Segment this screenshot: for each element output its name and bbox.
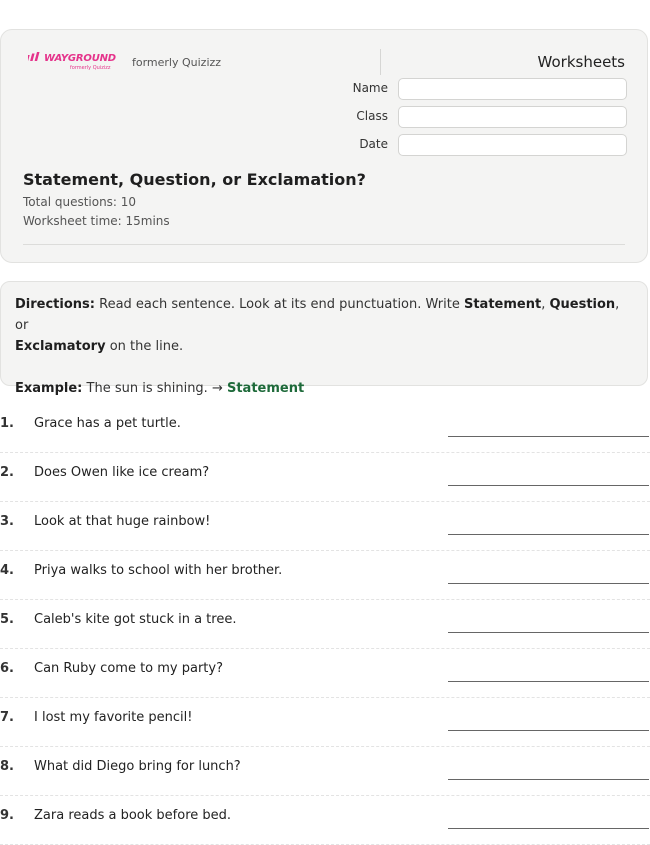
question-text: I lost my favorite pencil!: [34, 710, 193, 725]
option-exclamatory: Exclamatory: [15, 339, 106, 354]
answer-line[interactable]: [448, 681, 649, 682]
question-number: 8.: [0, 759, 14, 774]
option-question: Question: [549, 297, 616, 312]
answer-line[interactable]: [448, 436, 649, 437]
question-text: Grace has a pet turtle.: [34, 416, 181, 431]
worksheet-time: Worksheet time: 15mins: [23, 214, 170, 228]
question-row: 2. Does Owen like ice cream?: [0, 453, 650, 502]
answer-line[interactable]: [448, 583, 649, 584]
brand-logo: WAYGROUND formerly Quizizz: [25, 52, 116, 71]
question-number: 9.: [0, 808, 14, 823]
question-row: 7. I lost my favorite pencil!: [0, 698, 650, 747]
answer-line[interactable]: [448, 779, 649, 780]
example-answer: Statement: [226, 381, 305, 396]
directions-text: Directions: Read each sentence. Look at …: [15, 297, 620, 354]
question-row: 1. Grace has a pet turtle.: [0, 404, 650, 453]
question-number: 1.: [0, 416, 14, 431]
question-row: 3. Look at that huge rainbow!: [0, 502, 650, 551]
directions-label: Directions:: [15, 297, 95, 312]
answer-line[interactable]: [448, 828, 649, 829]
question-number: 2.: [0, 465, 14, 480]
question-row: 8. What did Diego bring for lunch?: [0, 747, 650, 796]
header-divider: [380, 49, 381, 75]
name-input[interactable]: [398, 78, 627, 100]
worksheet-header: WAYGROUND formerly Quizizz formerly Quiz…: [0, 29, 648, 263]
directions-box: Directions: Read each sentence. Look at …: [0, 281, 648, 396]
question-row: 4. Priya walks to school with her brother…: [0, 551, 650, 600]
question-number: 5.: [0, 612, 14, 627]
class-field-row: Class: [341, 106, 631, 128]
worksheets-label: Worksheets: [537, 53, 625, 71]
question-text: Can Ruby come to my party?: [34, 661, 224, 676]
answer-line[interactable]: [448, 485, 649, 486]
logo-wordmark: WAYGROUND: [44, 53, 116, 64]
logo-bars-icon: [25, 52, 42, 64]
answer-line[interactable]: [448, 730, 649, 731]
name-label: Name: [352, 81, 388, 95]
answer-line[interactable]: [448, 534, 649, 535]
question-number: 3.: [0, 514, 14, 529]
logo-subtitle: formerly Quizizz: [70, 65, 111, 71]
formerly-quizizz-text: formerly Quizizz: [132, 56, 222, 69]
question-row: 6. Can Ruby come to my party?: [0, 649, 650, 698]
date-field-row: Date: [341, 134, 631, 156]
name-field-row: Name: [341, 78, 631, 100]
total-questions: Total questions: 10: [23, 195, 137, 209]
date-label: Date: [359, 137, 388, 151]
question-number: 4.: [0, 563, 14, 578]
question-row: 9. Zara reads a book before bed.: [0, 796, 650, 845]
answer-line[interactable]: [448, 632, 649, 633]
question-text: Zara reads a book before bed.: [34, 808, 232, 823]
class-label: Class: [356, 109, 388, 123]
option-statement: Statement: [463, 297, 542, 312]
date-input[interactable]: [398, 134, 627, 156]
header-rule: [23, 244, 625, 245]
class-input[interactable]: [398, 106, 627, 128]
question-number: 6.: [0, 661, 14, 676]
question-row: 5. Caleb's kite got stuck in a tree.: [0, 600, 650, 649]
question-text: Priya walks to school with her brother.: [34, 563, 283, 578]
example-label: Example:: [15, 381, 83, 396]
question-number: 7.: [0, 710, 14, 725]
example-line: Example: The sun is shining. → Statement: [15, 378, 633, 399]
worksheet-title: Statement, Question, or Exclamation?: [23, 170, 366, 189]
question-text: Caleb's kite got stuck in a tree.: [34, 612, 237, 627]
question-text: What did Diego bring for lunch?: [34, 759, 241, 774]
question-text: Look at that huge rainbow!: [34, 514, 211, 529]
example-text: The sun is shining. →: [82, 381, 227, 396]
question-text: Does Owen like ice cream?: [34, 465, 210, 480]
